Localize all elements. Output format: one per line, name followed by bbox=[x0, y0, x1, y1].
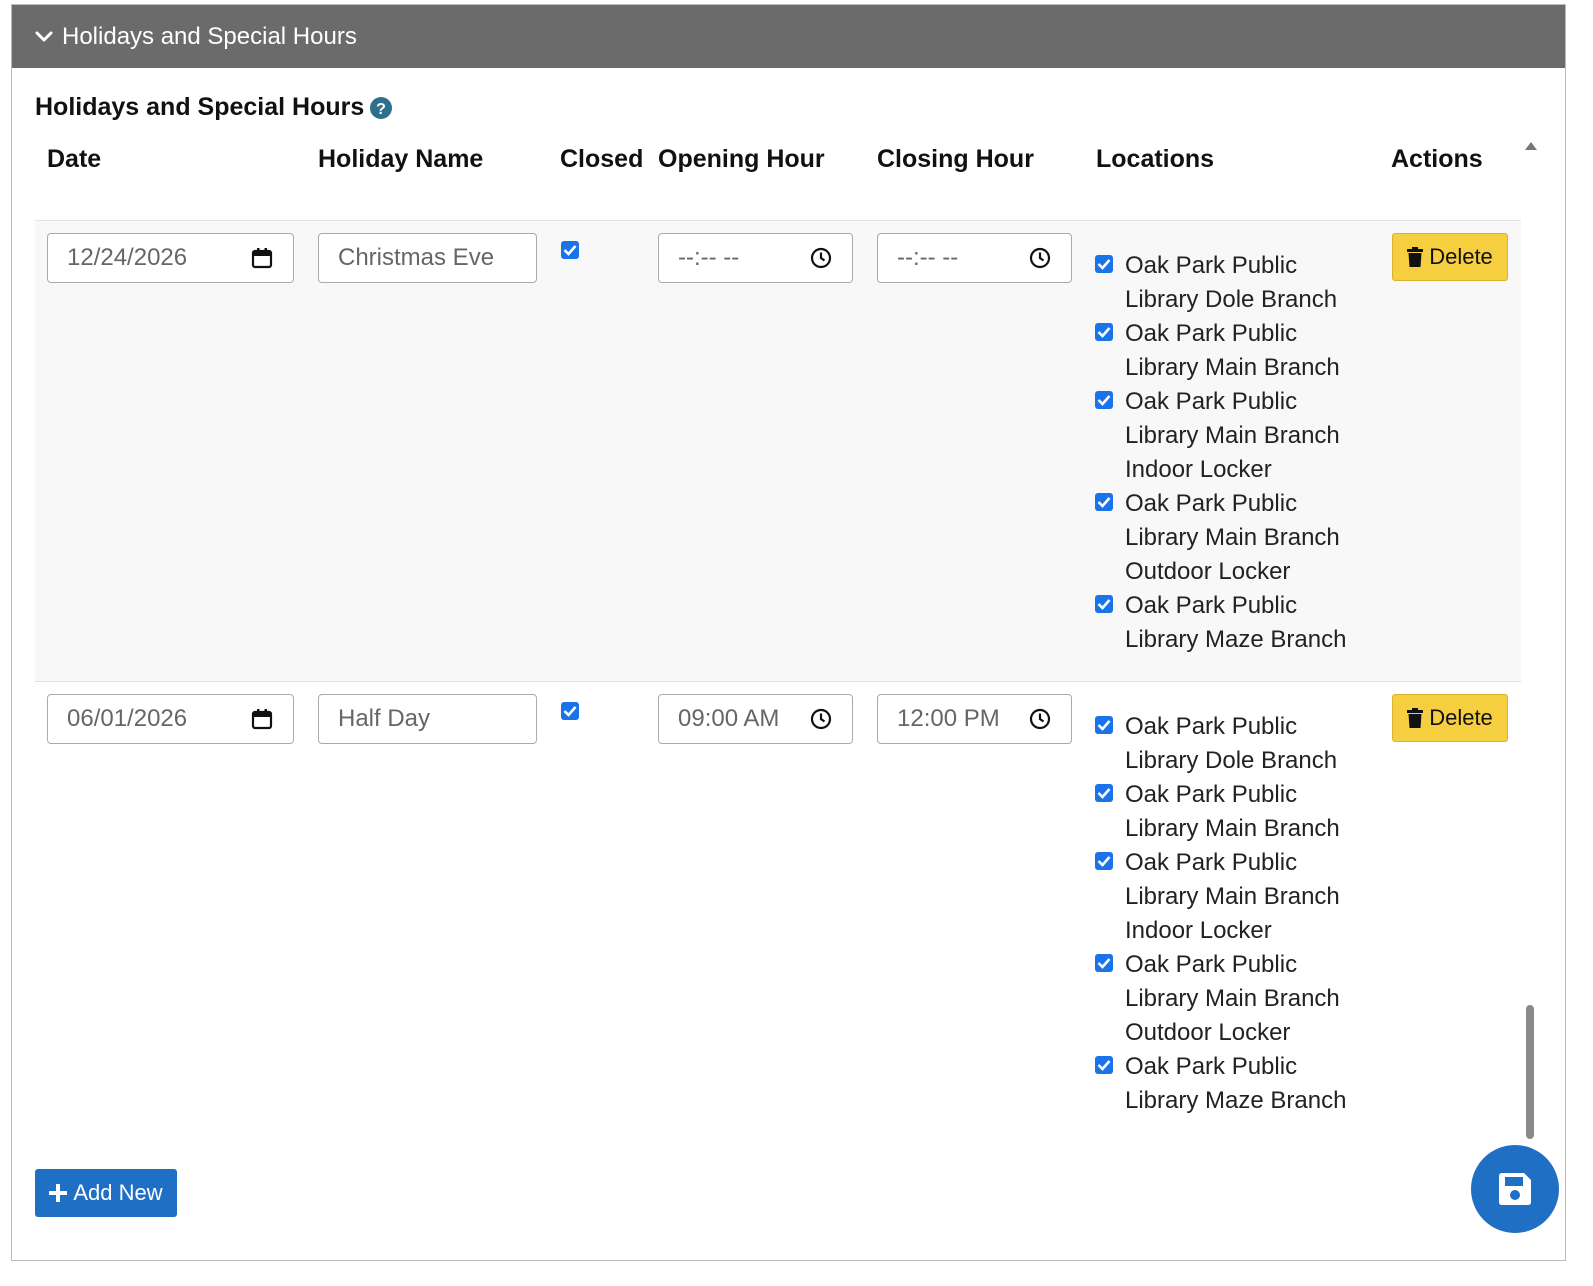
holidays-panel: Holidays and Special Hours Holidays and … bbox=[11, 4, 1566, 1261]
location-checkbox[interactable] bbox=[1095, 391, 1113, 409]
opening-hour-value: --:-- -- bbox=[678, 244, 740, 271]
location-item[interactable]: Oak Park Public Library Main Branch Indo… bbox=[1095, 385, 1375, 487]
header-closing-hour: Closing Hour bbox=[877, 145, 1034, 173]
closing-hour-value: 12:00 PM bbox=[897, 705, 1000, 732]
location-label: Oak Park Public Library Main Branch bbox=[1125, 320, 1340, 381]
holiday-name-value: Christmas Eve bbox=[338, 244, 495, 271]
floppy-disk-icon bbox=[1499, 1173, 1531, 1205]
closing-hour-input[interactable]: 12:00 PM bbox=[877, 694, 1072, 744]
header-actions: Actions bbox=[1391, 145, 1483, 173]
svg-text:?: ? bbox=[376, 101, 386, 118]
section-heading: Holidays and Special Hours ? bbox=[35, 93, 393, 122]
panel-title: Holidays and Special Hours bbox=[62, 22, 357, 50]
holiday-name-input[interactable]: Half Day bbox=[318, 694, 537, 744]
help-icon[interactable]: ? bbox=[370, 96, 393, 119]
clock-icon[interactable] bbox=[810, 708, 832, 730]
clock-icon[interactable] bbox=[1029, 708, 1051, 730]
opening-hour-input[interactable]: --:-- -- bbox=[658, 233, 853, 283]
location-label: Oak Park Public Library Dole Branch bbox=[1125, 252, 1338, 313]
location-item[interactable]: Oak Park Public Library Maze Branch bbox=[1095, 589, 1375, 657]
location-item[interactable]: Oak Park Public Library Main Branch Outd… bbox=[1095, 948, 1375, 1050]
add-new-button[interactable]: Add New bbox=[35, 1169, 177, 1217]
delete-button[interactable]: Delete bbox=[1392, 233, 1508, 281]
closing-hour-value: --:-- -- bbox=[897, 244, 959, 271]
location-checkbox[interactable] bbox=[1095, 323, 1113, 341]
header-closed: Closed bbox=[560, 145, 644, 173]
clock-icon[interactable] bbox=[810, 247, 832, 269]
delete-label: Delete bbox=[1429, 244, 1493, 269]
locations-list: Oak Park Public Library Dole Branch Oak … bbox=[1095, 249, 1375, 657]
location-label: Oak Park Public Library Maze Branch bbox=[1125, 592, 1347, 653]
section-title: Holidays and Special Hours bbox=[35, 93, 365, 121]
table-row: 12/24/2026 Christmas Eve --:-- -- --:-- … bbox=[35, 221, 1521, 681]
location-label: Oak Park Public Library Main Branch Indo… bbox=[1125, 849, 1340, 944]
location-label: Oak Park Public Library Main Branch Outd… bbox=[1125, 951, 1340, 1046]
closed-checkbox[interactable] bbox=[561, 241, 579, 259]
holidays-table-body[interactable]: 12/24/2026 Christmas Eve --:-- -- --:-- … bbox=[35, 220, 1521, 1126]
trash-icon bbox=[1407, 247, 1424, 267]
calendar-icon[interactable] bbox=[251, 247, 273, 269]
closed-checkbox[interactable] bbox=[561, 702, 579, 720]
opening-hour-value: 09:00 AM bbox=[678, 705, 780, 732]
header-date: Date bbox=[47, 145, 102, 173]
location-checkbox[interactable] bbox=[1095, 255, 1113, 273]
header-locations: Locations bbox=[1096, 145, 1215, 173]
chevron-down-icon bbox=[35, 31, 53, 41]
location-checkbox[interactable] bbox=[1095, 595, 1113, 613]
location-checkbox[interactable] bbox=[1095, 954, 1113, 972]
add-new-label: Add New bbox=[73, 1180, 163, 1205]
location-item[interactable]: Oak Park Public Library Main Branch Outd… bbox=[1095, 487, 1375, 589]
date-input[interactable]: 06/01/2026 bbox=[47, 694, 294, 744]
table-row: 06/01/2026 Half Day 09:00 AM 12:00 PM Oa… bbox=[35, 681, 1521, 1126]
panel-header[interactable]: Holidays and Special Hours bbox=[12, 5, 1565, 68]
location-label: Oak Park Public Library Maze Branch bbox=[1125, 1053, 1347, 1114]
location-label: Oak Park Public Library Main Branch bbox=[1125, 781, 1340, 842]
scroll-up-arrow-icon[interactable] bbox=[1524, 139, 1538, 153]
plus-icon bbox=[49, 1184, 68, 1202]
header-opening-hour: Opening Hour bbox=[658, 145, 825, 173]
scrollbar-thumb[interactable] bbox=[1526, 1005, 1534, 1139]
date-input[interactable]: 12/24/2026 bbox=[47, 233, 294, 283]
holiday-name-input[interactable]: Christmas Eve bbox=[318, 233, 537, 283]
location-checkbox[interactable] bbox=[1095, 852, 1113, 870]
location-item[interactable]: Oak Park Public Library Main Branch bbox=[1095, 317, 1375, 385]
delete-button[interactable]: Delete bbox=[1392, 694, 1508, 742]
location-checkbox[interactable] bbox=[1095, 784, 1113, 802]
save-button[interactable] bbox=[1471, 1145, 1559, 1233]
closing-hour-input[interactable]: --:-- -- bbox=[877, 233, 1072, 283]
location-item[interactable]: Oak Park Public Library Main Branch bbox=[1095, 778, 1375, 846]
location-label: Oak Park Public Library Dole Branch bbox=[1125, 713, 1338, 774]
location-label: Oak Park Public Library Main Branch Indo… bbox=[1125, 388, 1340, 483]
location-item[interactable]: Oak Park Public Library Dole Branch bbox=[1095, 710, 1375, 778]
opening-hour-input[interactable]: 09:00 AM bbox=[658, 694, 853, 744]
location-item[interactable]: Oak Park Public Library Maze Branch bbox=[1095, 1050, 1375, 1118]
date-value: 06/01/2026 bbox=[67, 705, 188, 732]
header-holiday-name: Holiday Name bbox=[318, 145, 484, 173]
locations-list: Oak Park Public Library Dole Branch Oak … bbox=[1095, 710, 1375, 1118]
location-label: Oak Park Public Library Main Branch Outd… bbox=[1125, 490, 1340, 585]
calendar-icon[interactable] bbox=[251, 708, 273, 730]
clock-icon[interactable] bbox=[1029, 247, 1051, 269]
holiday-name-value: Half Day bbox=[338, 705, 431, 732]
location-item[interactable]: Oak Park Public Library Main Branch Indo… bbox=[1095, 846, 1375, 948]
location-checkbox[interactable] bbox=[1095, 1056, 1113, 1074]
date-value: 12/24/2026 bbox=[67, 244, 188, 271]
trash-icon bbox=[1407, 708, 1424, 728]
location-checkbox[interactable] bbox=[1095, 716, 1113, 734]
location-item[interactable]: Oak Park Public Library Dole Branch bbox=[1095, 249, 1375, 317]
location-checkbox[interactable] bbox=[1095, 493, 1113, 511]
delete-label: Delete bbox=[1429, 705, 1493, 730]
